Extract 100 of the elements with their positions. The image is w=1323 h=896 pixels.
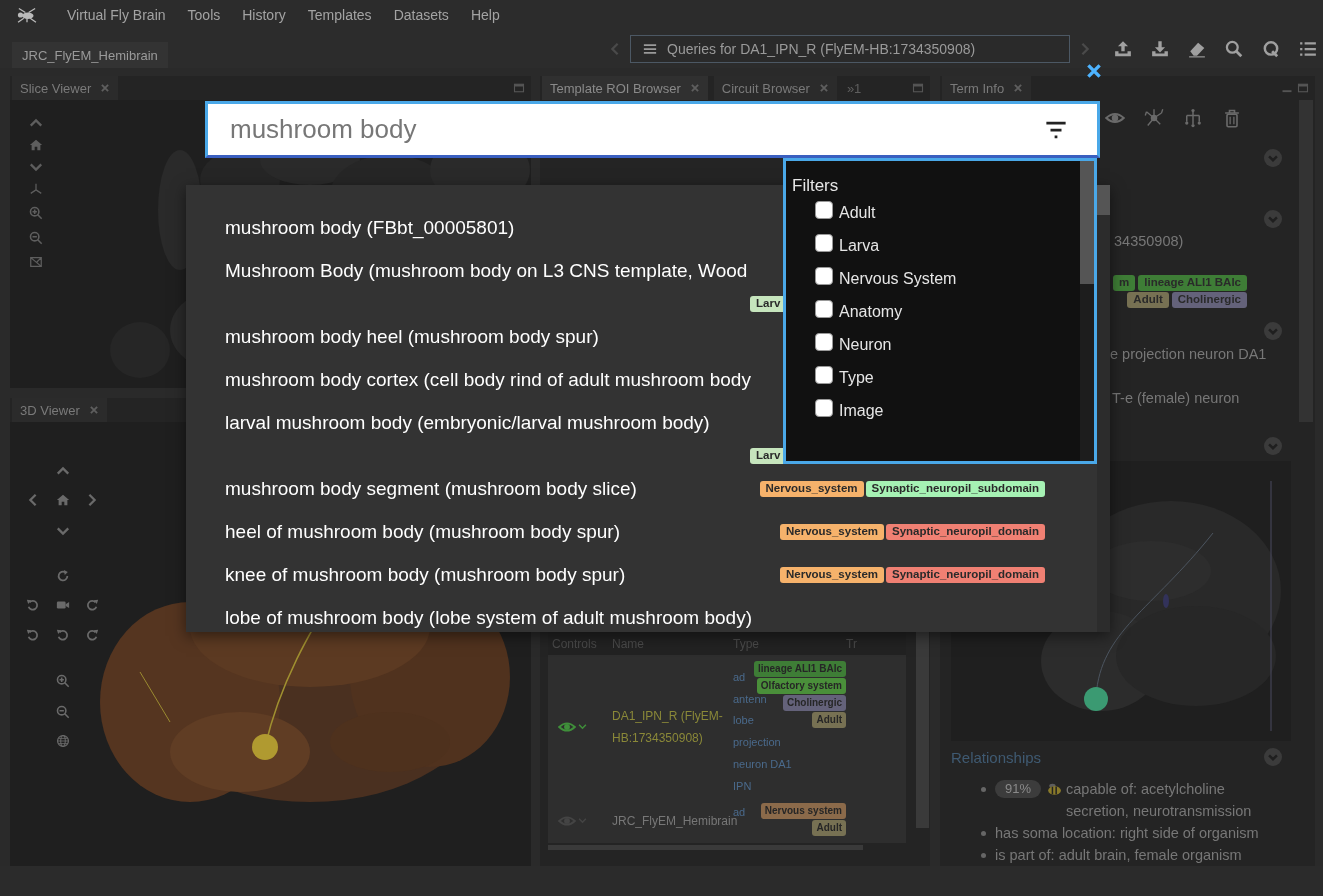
table-cell-text: projection: [733, 735, 781, 751]
search-result[interactable]: mushroom body heel (mushroom body spur): [225, 325, 599, 348]
trash-icon[interactable]: [1222, 108, 1242, 128]
search-result[interactable]: mushroom body (FBbt_00005801): [225, 216, 515, 239]
section-title: Relationships: [951, 748, 1042, 766]
category-tag: m: [1113, 275, 1136, 291]
search-result[interactable]: mushroom body cortex (cell body rind of adult mushroom body: [225, 368, 751, 391]
checkbox[interactable]: [815, 300, 833, 318]
rotate-icon[interactable]: [56, 569, 70, 583]
search-field[interactable]: mushroom body: [205, 101, 1100, 158]
globe-icon[interactable]: [56, 734, 70, 748]
category-tag: Adult: [1127, 292, 1169, 308]
menu-item[interactable]: Help: [470, 7, 500, 23]
zoom-out-icon[interactable]: [29, 231, 43, 245]
relationship-text: is part of: adult brain, female organism: [995, 846, 1243, 865]
search-icon[interactable]: [1225, 40, 1243, 58]
scrollbar[interactable]: [1080, 161, 1094, 461]
table-cell-text: IPN: [733, 778, 752, 794]
bullet-icon: [981, 853, 986, 858]
search-result[interactable]: larval mushroom body (embryonic/larval mushroom body): [225, 411, 710, 434]
filter-label[interactable]: Anatomy: [839, 302, 903, 321]
zoom-in-icon[interactable]: [56, 674, 70, 688]
panel-tab[interactable]: Template ROI Browser: [542, 76, 708, 100]
neuron-icon[interactable]: [1144, 108, 1164, 128]
table-cell-text: lobe: [733, 713, 754, 729]
close-icon[interactable]: [1085, 62, 1103, 80]
filter-label[interactable]: Larva: [839, 236, 880, 255]
table-cell-text: antenn: [733, 691, 767, 707]
category-tag: Cholinergic: [783, 695, 846, 711]
redo-icon[interactable]: [85, 598, 99, 612]
maximize-icon[interactable]: [513, 82, 525, 94]
q-letter-icon[interactable]: [1262, 40, 1280, 58]
maximize-icon[interactable]: [1297, 82, 1309, 94]
category-tag: Adult: [812, 820, 846, 836]
relationship-text: has soma location: right side of organism: [995, 824, 1260, 843]
search-result[interactable]: Mushroom Body (mushroom body on L3 CNS template, Wood: [225, 259, 748, 282]
table-cell-text: ad: [733, 805, 746, 818]
menu-icon[interactable]: [643, 42, 657, 56]
menu-item[interactable]: Datasets: [393, 7, 449, 23]
redo-icon[interactable]: [85, 628, 99, 642]
zoom-out-icon[interactable]: [56, 705, 70, 719]
category-tag: Nervous system: [760, 803, 846, 819]
category-tag: Nervous_system: [779, 523, 884, 540]
bullet-icon: [981, 831, 986, 836]
term-description: e projection neuron DA1: [1110, 346, 1267, 362]
eraser-icon[interactable]: [1188, 40, 1206, 58]
filter-label[interactable]: Adult: [839, 203, 876, 222]
category-tag: Synaptic_neuropil_subdomain: [865, 480, 1045, 497]
relationship-text: capable of: acetylcholine secretion, neurotransmission: [1066, 780, 1253, 821]
axes-icon[interactable]: [29, 182, 43, 196]
home-icon[interactable]: [56, 493, 70, 507]
menu-item[interactable]: Tools: [187, 7, 221, 23]
bullet-icon: [981, 787, 986, 792]
download-icon[interactable]: [1151, 40, 1169, 58]
query-field[interactable]: Queries for DA1_IPN_R (FlyEM-HB:1734350908): [630, 35, 1070, 63]
menu-item[interactable]: History: [242, 7, 286, 23]
template-tab[interactable]: JRC_FlyEM_Hemibrain: [12, 42, 168, 68]
filter-label[interactable]: Nervous System: [839, 269, 957, 288]
undo-icon[interactable]: [26, 628, 40, 642]
term-description: T-e (female) neuron: [1112, 390, 1240, 406]
undo-icon[interactable]: [26, 598, 40, 612]
zoom-in-icon[interactable]: [29, 206, 43, 220]
filter-label[interactable]: Type: [839, 368, 874, 387]
scrollbar[interactable]: [1097, 185, 1110, 632]
menu-item[interactable]: Templates: [307, 7, 372, 23]
checkbox[interactable]: [815, 234, 833, 252]
upload-icon[interactable]: [1114, 40, 1132, 58]
filter-title: Filters: [792, 176, 839, 195]
maximize-icon[interactable]: [912, 82, 924, 94]
bee-icon: [1045, 781, 1063, 798]
category-tag: Synaptic_neuropil_domain: [886, 523, 1045, 540]
search-result[interactable]: knee of mushroom body (mushroom body spur): [225, 563, 626, 586]
list-icon[interactable]: [1299, 40, 1317, 58]
app-title[interactable]: Virtual Fly Brain: [67, 7, 166, 23]
undo-icon[interactable]: [56, 628, 70, 642]
chevron-down-icon[interactable]: [578, 722, 587, 731]
search-result[interactable]: lobe of mushroom body (lobe system of adult mushroom body): [225, 606, 752, 629]
category-tag: lineage ALI1 BAlc: [1138, 275, 1247, 291]
category-tag: Nervous_system: [759, 480, 864, 497]
filter-label[interactable]: Image: [839, 401, 884, 420]
search-result[interactable]: heel of mushroom body (mushroom body spur): [225, 520, 620, 543]
search-input: mushroom body: [230, 114, 1045, 145]
frame-icon[interactable]: [29, 255, 43, 269]
category-tag: Synaptic_neuropil_domain: [886, 566, 1045, 583]
search-result[interactable]: mushroom body segment (mushroom body slice): [225, 477, 637, 500]
category-tag: Cholinergic: [1171, 292, 1247, 308]
home-icon[interactable]: [29, 138, 43, 152]
checkbox[interactable]: [815, 333, 833, 351]
category-tag: Nervous_system: [779, 566, 884, 583]
table-cell-text: ad: [733, 670, 746, 685]
term-id: 34350908): [1114, 233, 1184, 249]
checkbox[interactable]: [815, 267, 833, 285]
checkbox[interactable]: [815, 201, 833, 219]
tree-icon[interactable]: [1183, 108, 1203, 128]
score-pill: 91%: [995, 780, 1042, 798]
category-tag: Olfactory system: [756, 678, 846, 694]
checkbox[interactable]: [815, 366, 833, 384]
filter-label[interactable]: Neuron: [839, 335, 892, 354]
scrollbar[interactable]: [916, 632, 929, 828]
checkbox[interactable]: [815, 399, 833, 417]
